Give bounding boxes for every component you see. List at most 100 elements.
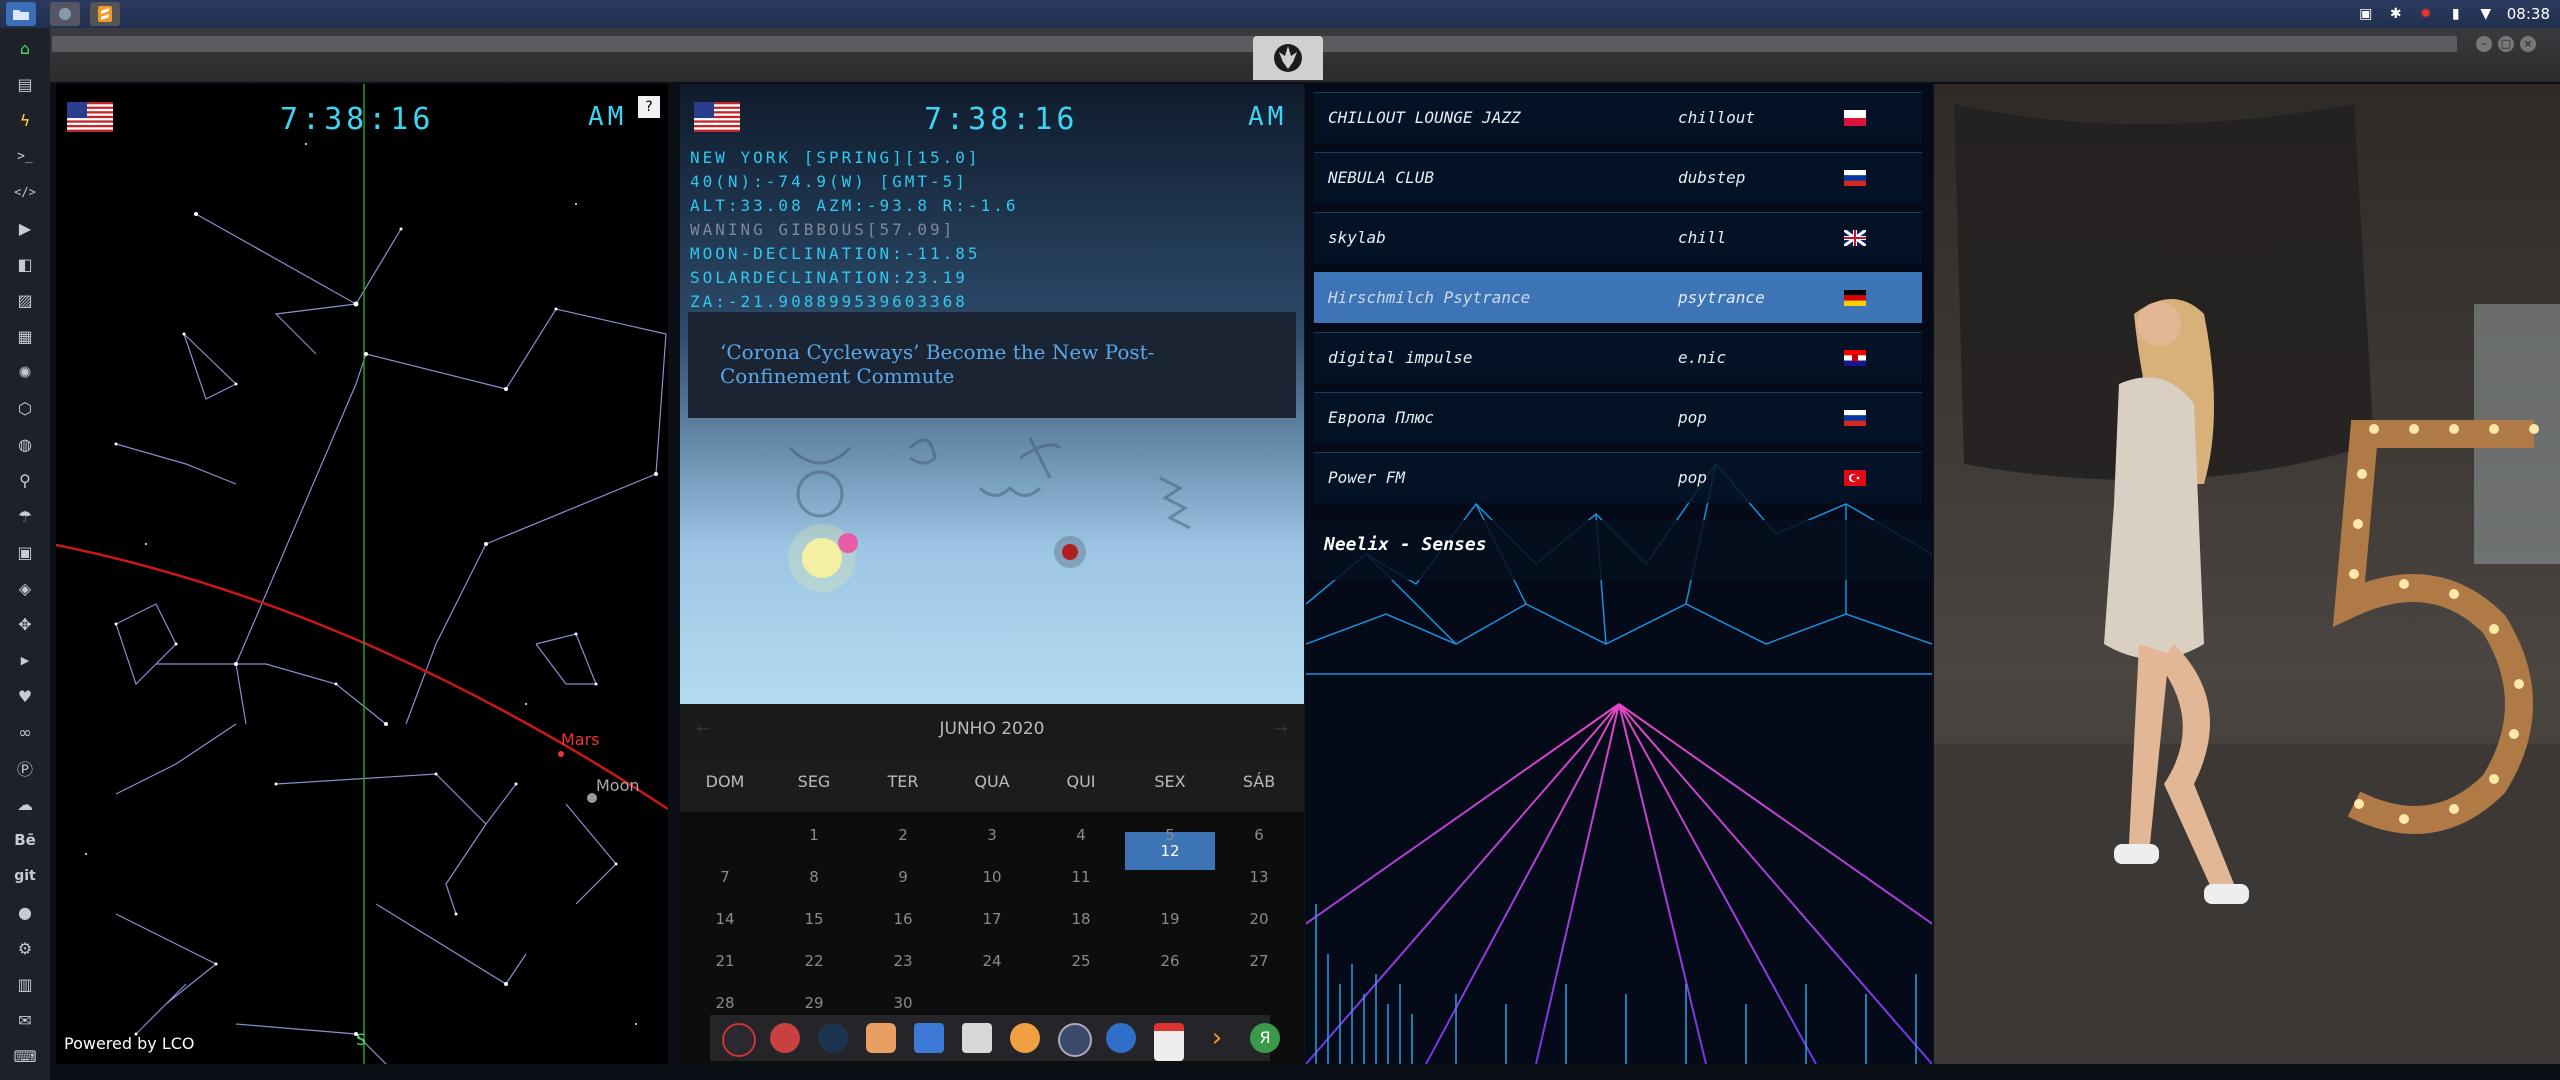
news-headline[interactable]: ‘Corona Cycleways’ Become the New Post-C… [720, 340, 1280, 388]
calendar-day[interactable]: 27 [1229, 952, 1289, 970]
calendar-day[interactable]: 29 [784, 994, 844, 1012]
calendar-day[interactable]: 14 [695, 910, 755, 928]
calendar-day[interactable]: 13 [1229, 868, 1289, 886]
audio-icon[interactable]: ▮ [2447, 5, 2465, 23]
next-month-icon[interactable]: → [1274, 704, 1288, 754]
pinterest-icon[interactable]: Ⓟ [12, 755, 38, 781]
station-row[interactable]: skylab chill [1314, 212, 1922, 263]
rebel-logo-icon [1274, 44, 1302, 72]
play-icon[interactable]: ▶ [12, 215, 38, 241]
behance-icon[interactable]: Bē [12, 827, 38, 853]
sky-map-panel[interactable]: 7:38:16 AM ? Mars Moon S Powered by LCO [56, 84, 668, 1064]
minimize-button[interactable]: – [2476, 36, 2492, 52]
git-icon[interactable]: git [12, 863, 38, 889]
map-icon[interactable]: ▥ [12, 971, 38, 997]
panel-clock[interactable]: 08:38 [2507, 5, 2550, 23]
document-icon[interactable]: ▤ [12, 71, 38, 97]
calendar-day[interactable]: 3 [962, 826, 1022, 844]
bluetooth-icon[interactable]: ✱ [2387, 5, 2405, 23]
infinity-icon[interactable]: ∞ [12, 719, 38, 745]
calendar-icon[interactable] [1154, 1023, 1184, 1061]
calendar-day[interactable]: 20 [1229, 910, 1289, 928]
yandex-icon[interactable]: Я [1250, 1023, 1280, 1053]
files-app-button[interactable] [6, 2, 36, 26]
calendar-day[interactable]: 24 [962, 952, 1022, 970]
calendar-day[interactable]: 26 [1140, 952, 1200, 970]
calendar-day[interactable]: 15 [784, 910, 844, 928]
calendar-day[interactable]: 6 [1229, 826, 1289, 844]
umbrella-icon[interactable]: ☂ [12, 503, 38, 529]
calendar-day[interactable]: 9 [873, 868, 933, 886]
calendar-day[interactable]: 17 [962, 910, 1022, 928]
station-row[interactable]: Power FM pop [1314, 452, 1922, 503]
station-row[interactable]: CHILLOUT LOUNGE JAZZ chillout [1314, 92, 1922, 143]
logo-tab[interactable] [1253, 36, 1323, 80]
bolt-icon[interactable]: ϟ [12, 107, 38, 133]
station-row-selected[interactable]: Hirschmilch Psytrance psytrance [1314, 272, 1922, 323]
alert-icon[interactable]: ✹ [2417, 5, 2435, 23]
keyboard-icon[interactable]: ⌨ [12, 1043, 38, 1069]
station-row[interactable]: digital impulse e.nic [1314, 332, 1922, 383]
browser-icon[interactable] [962, 1023, 992, 1053]
contacts-icon[interactable]: ▣ [12, 539, 38, 565]
wifi-icon[interactable]: ▼ [2477, 5, 2495, 23]
calendar-day[interactable]: 19 [1140, 910, 1200, 928]
code-icon[interactable]: </> [12, 179, 38, 205]
station-row[interactable]: Европа Плюс pop [1314, 392, 1922, 443]
calendar-day[interactable]: 16 [873, 910, 933, 928]
bug-icon[interactable]: ⬡ [12, 395, 38, 421]
translate-icon[interactable]: ◧ [12, 251, 38, 277]
station-row[interactable]: NEBULA CLUB dubstep [1314, 152, 1922, 203]
calendar-day[interactable]: 11 [1051, 868, 1111, 886]
news-icon[interactable]: ▦ [12, 323, 38, 349]
image-icon[interactable]: ▨ [12, 287, 38, 313]
web-icon[interactable] [1106, 1023, 1136, 1053]
calendar-day-today[interactable]: 12 [1140, 842, 1200, 860]
terminal-icon[interactable]: >_ [12, 143, 38, 169]
launcher-icon[interactable] [722, 1023, 756, 1057]
sublime-app-button[interactable] [90, 2, 120, 26]
star-chart[interactable] [56, 84, 668, 1064]
calendar-day[interactable]: 30 [873, 994, 933, 1012]
screenshot-icon[interactable]: ▣ [2357, 5, 2375, 23]
news-card[interactable]: ‘Corona Cycleways’ Become the New Post-C… [688, 312, 1296, 418]
fullscreen-icon[interactable]: ✥ [12, 611, 38, 637]
cogs-icon[interactable]: ⚙ [12, 935, 38, 961]
search-icon[interactable]: ⚲ [12, 467, 38, 493]
calendar-day[interactable]: 7 [695, 868, 755, 886]
app-button[interactable] [50, 2, 80, 26]
calendar-day[interactable]: 2 [873, 826, 933, 844]
hourglass-icon[interactable] [770, 1023, 800, 1053]
calendar-day[interactable]: 25 [1051, 952, 1111, 970]
globe-icon[interactable] [818, 1023, 848, 1053]
translate-icon[interactable] [914, 1023, 944, 1053]
close-button[interactable]: × [2520, 36, 2536, 52]
calendar-day[interactable]: 8 [784, 868, 844, 886]
heart-icon[interactable]: ♥ [12, 683, 38, 709]
help-button[interactable]: ? [638, 96, 660, 118]
sublime-icon[interactable]: › [1202, 1023, 1232, 1053]
calendar-day[interactable]: 21 [695, 952, 755, 970]
home-icon[interactable]: ⌂ [12, 35, 38, 61]
mars-marker[interactable] [558, 751, 564, 757]
calendar-day[interactable]: 23 [873, 952, 933, 970]
clock-icon[interactable] [1058, 1023, 1092, 1057]
powered-by-link[interactable]: Powered by LCO [64, 1034, 195, 1053]
maximize-button[interactable]: □ [2498, 36, 2514, 52]
calendar-day[interactable]: 10 [962, 868, 1022, 886]
calendar-day[interactable]: 1 [784, 826, 844, 844]
calendar-day[interactable]: 4 [1051, 826, 1111, 844]
calendar-day[interactable]: 22 [784, 952, 844, 970]
mail-icon[interactable]: ✉ [12, 1007, 38, 1033]
youtube-icon[interactable]: ▶ [12, 647, 38, 673]
github-icon[interactable]: ● [12, 899, 38, 925]
settings-icon[interactable]: ✺ [12, 359, 38, 385]
cloud-icon[interactable]: ☁ [12, 791, 38, 817]
globe-icon[interactable]: ◍ [12, 431, 38, 457]
calendar-day[interactable]: 28 [695, 994, 755, 1012]
search-icon[interactable] [1010, 1023, 1040, 1053]
photos-icon[interactable] [866, 1023, 896, 1053]
calendar-day[interactable]: 18 [1051, 910, 1111, 928]
tag-icon[interactable]: ◈ [12, 575, 38, 601]
prev-month-icon[interactable]: ← [696, 704, 710, 754]
